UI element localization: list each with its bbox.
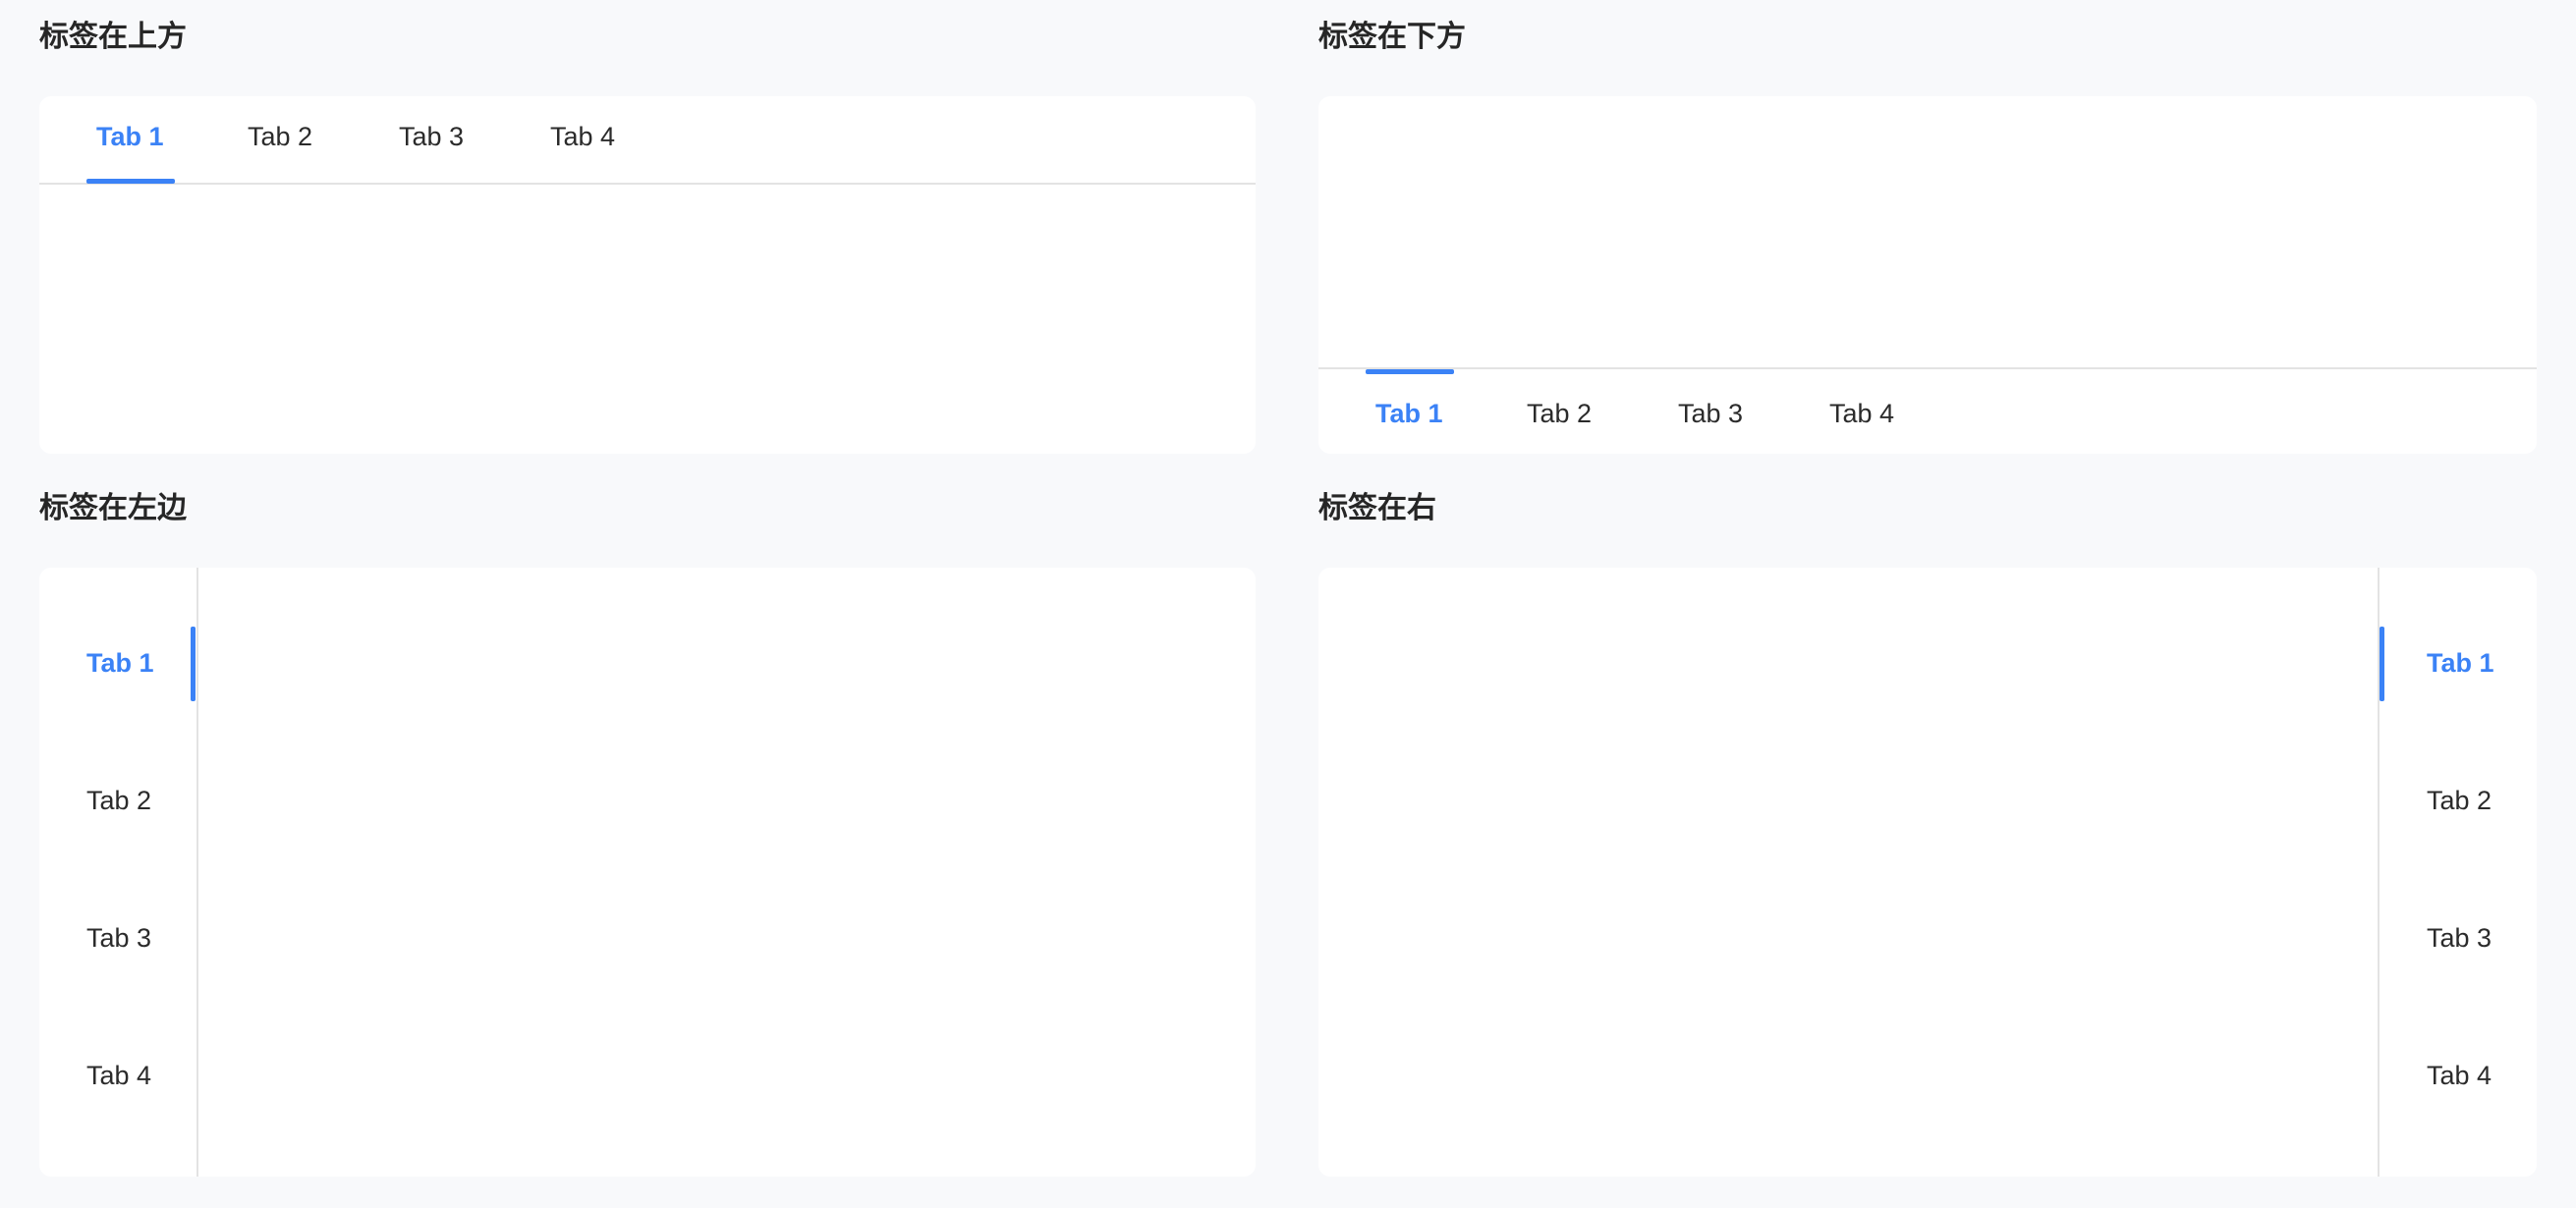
tabs-card-left: Tab 1 Tab 2 Tab 3 Tab 4 bbox=[39, 568, 1256, 1177]
tab-left-4[interactable]: Tab 4 bbox=[86, 1058, 151, 1093]
tab-bar-divider-bottom bbox=[1318, 367, 2537, 369]
tabs-card-bottom: Tab 1 Tab 2 Tab 3 Tab 4 bbox=[1318, 96, 2537, 454]
section-title-top: 标签在上方 bbox=[39, 20, 187, 54]
section-title-bottom: 标签在下方 bbox=[1318, 20, 1466, 54]
tab-left-2[interactable]: Tab 2 bbox=[86, 783, 151, 818]
tab-bottom-3[interactable]: Tab 3 bbox=[1678, 396, 1743, 431]
tab-content-pane-right bbox=[1318, 568, 2378, 1177]
tab-right-3[interactable]: Tab 3 bbox=[2427, 920, 2492, 956]
tabs-card-top: Tab 1 Tab 2 Tab 3 Tab 4 bbox=[39, 96, 1256, 454]
tab-left-3[interactable]: Tab 3 bbox=[86, 920, 151, 956]
active-tab-indicator-left bbox=[191, 627, 196, 701]
active-tab-indicator-bottom bbox=[1366, 369, 1454, 374]
tab-bottom-1[interactable]: Tab 1 bbox=[1375, 396, 1443, 431]
tab-content-pane-top bbox=[39, 185, 1256, 454]
tab-bottom-4[interactable]: Tab 4 bbox=[1829, 396, 1894, 431]
tab-left-1[interactable]: Tab 1 bbox=[86, 645, 154, 681]
section-title-left: 标签在左边 bbox=[39, 491, 187, 525]
tab-content-pane-left bbox=[198, 568, 1256, 1177]
active-tab-indicator-right bbox=[2380, 627, 2384, 701]
tab-top-2[interactable]: Tab 2 bbox=[248, 119, 312, 154]
tab-right-1[interactable]: Tab 1 bbox=[2427, 645, 2494, 681]
tab-top-3[interactable]: Tab 3 bbox=[399, 119, 464, 154]
tab-bottom-2[interactable]: Tab 2 bbox=[1527, 396, 1592, 431]
tab-right-2[interactable]: Tab 2 bbox=[2427, 783, 2492, 818]
tab-top-4[interactable]: Tab 4 bbox=[550, 119, 615, 154]
tab-top-1[interactable]: Tab 1 bbox=[96, 119, 164, 154]
tab-right-4[interactable]: Tab 4 bbox=[2427, 1058, 2492, 1093]
tab-content-pane-bottom bbox=[1318, 96, 2537, 367]
section-title-right: 标签在右 bbox=[1318, 491, 1436, 525]
active-tab-indicator-top bbox=[86, 179, 175, 184]
tabs-card-right: Tab 1 Tab 2 Tab 3 Tab 4 bbox=[1318, 568, 2537, 1177]
